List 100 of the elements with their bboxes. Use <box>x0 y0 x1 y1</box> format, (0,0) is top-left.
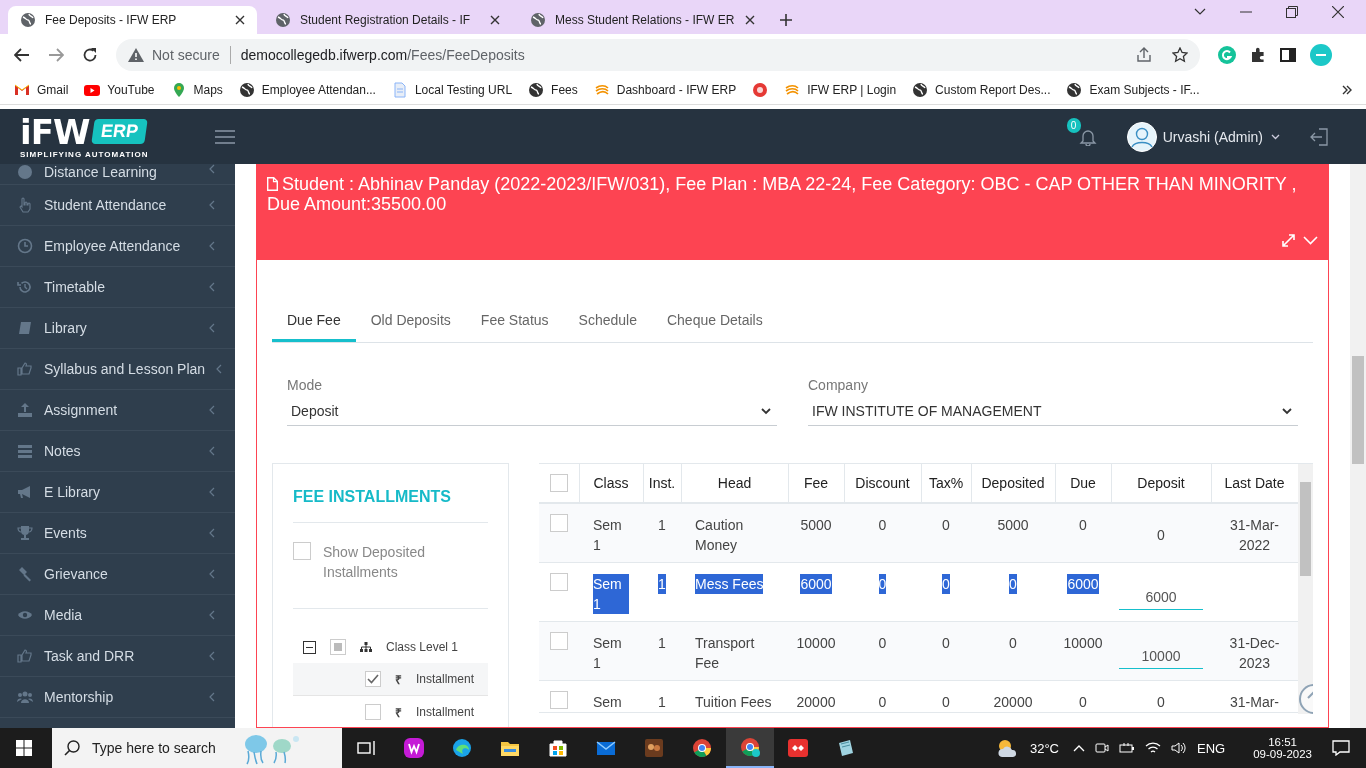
user-menu[interactable]: Urvashi (Admin) <box>1162 128 1263 145</box>
checkbox[interactable] <box>330 639 346 655</box>
browser-tab[interactable]: Fee Deposits - IFW ERP <box>8 6 257 34</box>
sidebar-item[interactable]: Grievance <box>0 554 235 595</box>
notebook-icon[interactable] <box>836 738 856 758</box>
sidebar-item[interactable]: Employee Attendance <box>0 226 235 267</box>
tab[interactable]: Cheque Details <box>651 300 778 342</box>
battery-icon[interactable] <box>1119 741 1135 755</box>
bookmark-link[interactable]: Fees <box>528 82 578 98</box>
store-icon[interactable] <box>548 738 568 758</box>
clock-time[interactable]: 16:51 <box>1268 736 1297 748</box>
forward-icon[interactable] <box>48 48 64 62</box>
speaker-icon[interactable] <box>1171 741 1187 755</box>
address-bar[interactable]: Not secure democollegedb.ifwerp.com/Fees/FeeDeposits <box>116 39 1200 71</box>
sidebar-item[interactable]: Distance Learning <box>0 164 235 185</box>
chevron-down-icon[interactable] <box>1194 8 1206 16</box>
checkbox[interactable] <box>293 542 311 560</box>
checkbox[interactable] <box>365 671 381 687</box>
checkbox[interactable] <box>549 474 568 492</box>
sidebar-item[interactable]: Assignment <box>0 390 235 431</box>
side-panel-icon[interactable] <box>1280 48 1296 62</box>
search-field[interactable]: Type here to search <box>90 739 224 757</box>
tab[interactable]: Old Deposits <box>355 300 466 342</box>
logout-icon[interactable] <box>1310 127 1328 146</box>
mail-icon[interactable] <box>596 738 616 758</box>
sidebar-item[interactable]: Media <box>0 595 235 636</box>
bookmark-link[interactable]: YouTube <box>84 82 155 98</box>
chevron-icon <box>209 528 215 538</box>
close-icon[interactable] <box>235 15 245 25</box>
notification-icon[interactable] <box>1332 740 1350 756</box>
sidebar-item[interactable]: Syllabus and Lesson Plan <box>0 349 235 390</box>
tab[interactable]: Due Fee <box>272 300 356 342</box>
app-icon[interactable] <box>788 738 808 758</box>
bookmark-link[interactable]: Maps <box>170 82 223 98</box>
bookmark-link[interactable]: Custom Report Des... <box>912 82 1051 98</box>
tab[interactable]: Schedule <box>563 300 652 342</box>
select-field[interactable]: Deposit <box>287 395 777 426</box>
checkbox[interactable] <box>550 573 568 591</box>
browser-icon[interactable] <box>452 738 472 758</box>
app-icon[interactable] <box>404 738 424 758</box>
chevron-icon <box>209 323 215 333</box>
caret-icon[interactable] <box>1271 133 1280 140</box>
browser-tab[interactable]: Mess Student Relations - IFW ER <box>518 6 767 34</box>
checkbox[interactable] <box>365 704 381 720</box>
browser-tab[interactable]: Student Registration Details - IF <box>263 6 512 34</box>
chrome-icon[interactable] <box>740 737 760 757</box>
windows-icon[interactable] <box>16 740 32 756</box>
new-tab-icon[interactable] <box>779 13 793 27</box>
select-field[interactable]: IFW INSTITUTE OF MANAGEMENT <box>808 395 1298 426</box>
reload-icon[interactable] <box>82 47 98 63</box>
close-icon[interactable] <box>490 15 500 25</box>
star-icon[interactable] <box>1172 47 1188 63</box>
sidebar-item[interactable]: Timetable <box>0 267 235 308</box>
chrome-icon[interactable] <box>692 738 712 758</box>
camera-icon[interactable] <box>1095 741 1109 755</box>
tree-row[interactable]: ₹ Installment <box>293 663 488 696</box>
expand-icon[interactable] <box>1282 234 1295 247</box>
restore-icon[interactable] <box>1286 6 1298 18</box>
sidebar-item[interactable]: E Library <box>0 472 235 513</box>
checkbox[interactable] <box>550 691 568 709</box>
bookmark-link[interactable]: Local Testing URL <box>391 82 513 98</box>
checkbox[interactable] <box>550 632 568 650</box>
share-icon[interactable] <box>1136 47 1152 63</box>
puzzle-icon[interactable] <box>1250 47 1266 63</box>
amount-input[interactable]: 10000 <box>1119 637 1203 669</box>
sidebar-item[interactable]: Events <box>0 513 235 554</box>
sidebar-item[interactable]: Library <box>0 308 235 349</box>
tree-row[interactable]: ₹ Installment <box>293 696 488 727</box>
chevron-icon <box>209 692 215 702</box>
checkbox[interactable] <box>550 514 568 532</box>
amount-input[interactable]: 6000 <box>1119 578 1203 610</box>
close-icon[interactable] <box>745 15 755 25</box>
sidebar-item[interactable]: Notes <box>0 431 235 472</box>
bell-icon[interactable] <box>1078 127 1097 146</box>
document-icon <box>391 82 408 98</box>
wifi-icon[interactable] <box>1145 741 1161 755</box>
close-icon[interactable] <box>1332 6 1344 18</box>
target-icon[interactable] <box>752 82 769 98</box>
thumbs-up-icon <box>17 648 33 664</box>
more-chevron-icon[interactable] <box>1342 85 1352 95</box>
task-view-icon[interactable] <box>356 738 376 758</box>
tab[interactable]: Fee Status <box>465 300 564 342</box>
table-cell: Mess Fees <box>695 574 764 594</box>
bookmark-link[interactable]: Gmail <box>14 82 69 98</box>
menu-icon[interactable] <box>215 129 235 144</box>
check-icon <box>367 674 379 684</box>
sidebar-item[interactable]: Student Attendance <box>0 185 235 226</box>
collapse-icon[interactable] <box>303 640 316 654</box>
bookmark-link[interactable]: IFW ERP | Login <box>784 82 897 98</box>
tree-label[interactable]: Class Level 1 <box>386 640 459 654</box>
back-icon[interactable] <box>14 48 30 62</box>
clock-date[interactable]: 09-09-2023 <box>1253 748 1312 760</box>
sidebar-item[interactable]: Mentorship <box>0 677 235 718</box>
language-indicator[interactable]: ENG <box>1197 740 1226 756</box>
bookmark-link[interactable]: Dashboard - IFW ERP <box>593 82 737 98</box>
bookmark-link[interactable]: Exam Subjects - IF... <box>1066 82 1200 98</box>
bookmark-link[interactable]: Employee Attendan... <box>238 82 376 98</box>
table-cell-text: 0 <box>878 634 887 653</box>
chevron-up-icon[interactable] <box>1073 744 1085 752</box>
sidebar-item[interactable]: Task and DRR <box>0 636 235 677</box>
